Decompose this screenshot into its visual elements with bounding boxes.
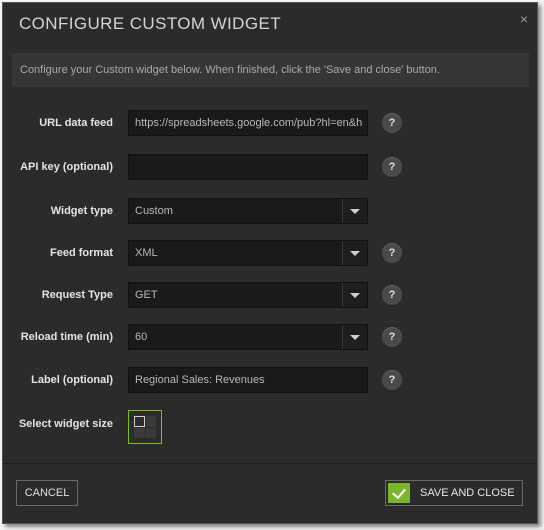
reload-time-row: Reload time (min) 60 ? [3,324,537,350]
label-row: Label (optional) Regional Sales: Revenue… [3,367,537,393]
configure-widget-dialog: CONFIGURE CUSTOM WIDGET × Configure your… [2,2,538,524]
feed-format-value: XML [135,247,158,259]
feed-format-label: Feed format [50,247,113,259]
api-key-label: API key (optional) [20,161,113,173]
help-icon[interactable]: ? [382,243,402,263]
request-type-dropdown-button[interactable] [342,283,367,307]
widget-type-dropdown-button[interactable] [342,199,367,223]
request-type-select[interactable]: GET [128,282,368,308]
api-key-row: API key (optional) ? [3,154,537,180]
chevron-down-icon [350,335,360,340]
url-data-feed-label: URL data feed [39,117,113,129]
chevron-down-icon [350,209,360,214]
reload-time-select[interactable]: 60 [128,324,368,350]
help-icon[interactable]: ? [382,157,402,177]
chevron-down-icon [350,293,360,298]
url-data-feed-input[interactable]: https://spreadsheets.google.com/pub?hl=e… [128,110,368,136]
widget-type-value: Custom [135,205,173,217]
info-banner: Configure your Custom widget below. When… [12,53,529,87]
footer-divider [3,463,537,464]
save-and-close-button[interactable]: SAVE AND CLOSE [385,480,523,506]
api-key-input[interactable] [128,154,368,180]
size-cell[interactable] [134,427,145,438]
help-icon[interactable]: ? [382,285,402,305]
feed-format-row: Feed format XML ? [3,240,537,266]
reload-time-value: 60 [135,331,148,343]
request-type-label: Request Type [41,289,113,301]
feed-format-select[interactable]: XML [128,240,368,266]
widget-type-row: Widget type Custom [3,198,537,224]
widget-size-row: Select widget size [3,411,537,437]
reload-time-label: Reload time (min) [20,331,113,343]
widget-type-select[interactable]: Custom [128,198,368,224]
request-type-value: GET [135,289,158,301]
dialog-title: CONFIGURE CUSTOM WIDGET [19,14,281,33]
help-icon[interactable]: ? [382,327,402,347]
size-cell[interactable] [145,416,156,427]
reload-time-dropdown-button[interactable] [342,325,367,349]
cancel-button[interactable]: CANCEL [16,480,78,506]
feed-format-dropdown-button[interactable] [342,241,367,265]
help-icon[interactable]: ? [382,370,402,390]
widget-size-label: Select widget size [18,418,113,430]
label-optional-label: Label (optional) [31,374,113,386]
widget-type-label: Widget type [50,205,113,217]
widget-size-picker[interactable] [128,410,162,444]
url-data-feed-row: URL data feed https://spreadsheets.googl… [3,110,537,136]
request-type-row: Request Type GET ? [3,282,537,308]
size-cell-selected[interactable] [134,416,145,427]
checkmark-icon [388,483,410,503]
label-input[interactable]: Regional Sales: Revenues [128,367,368,393]
widget-size-grid-icon [134,416,156,438]
save-and-close-label: SAVE AND CLOSE [420,487,515,499]
help-icon[interactable]: ? [382,113,402,133]
close-icon[interactable]: × [520,11,528,27]
chevron-down-icon [350,251,360,256]
size-cell[interactable] [145,427,156,438]
